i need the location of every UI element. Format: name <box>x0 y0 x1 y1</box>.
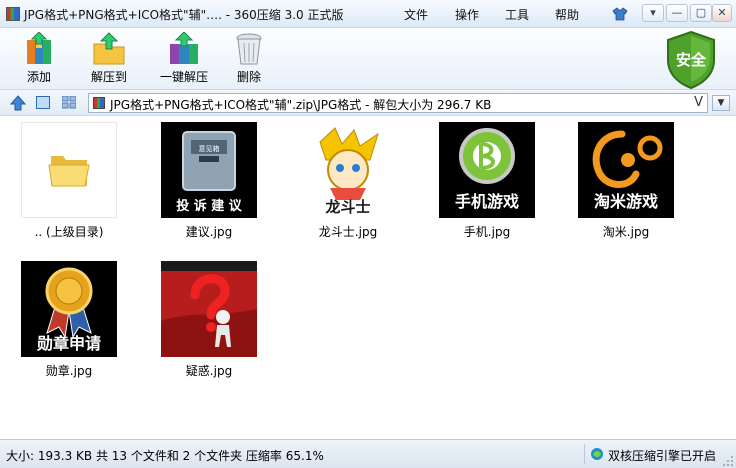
extract-to-button[interactable]: 解压到 <box>76 30 142 88</box>
mobile-games-image: 手机游戏 <box>439 122 535 218</box>
suggestion-box-image: 意见箱 投 诉 建 议 <box>161 122 257 218</box>
archive-icon <box>93 97 105 109</box>
dragon-warrior-image: 龙斗士 <box>300 122 396 218</box>
close-button[interactable]: ✕ <box>712 4 732 22</box>
trash-can-icon <box>236 33 262 65</box>
skin-shirt-icon[interactable] <box>612 6 628 22</box>
taomi-games-image: 淘米游戏 <box>578 122 674 218</box>
restore-button[interactable]: ▢ <box>690 4 712 22</box>
folder-icon <box>21 122 117 218</box>
delete-label: 删除 <box>236 70 261 84</box>
grid-view-icon[interactable] <box>62 96 76 109</box>
menu-file[interactable]: 文件 <box>404 6 428 23</box>
question-figure-image <box>161 261 257 357</box>
extract-folder-icon <box>93 32 125 65</box>
thumb-text: 淘米游戏 <box>594 192 658 211</box>
file-name: 勋章.jpg <box>45 364 93 378</box>
thumb-text: 勋章申请 <box>36 334 101 353</box>
thumb-text: 投 诉 建 议 <box>176 198 243 214</box>
thumb-text: 龙斗士 <box>324 198 370 216</box>
security-label: 安全 <box>675 51 706 69</box>
chevron-down-icon[interactable]: ▼ <box>712 95 730 111</box>
address-path: JPG格式+PNG格式+ICO格式"辅".zip\JPG格式 - 解包大小为 2… <box>110 98 492 112</box>
file-name: 淘米.jpg <box>602 225 650 239</box>
file-list: .. (上级目录) 意见箱 投 诉 建 议 建议.jpg 龙斗士 龙斗士.jpg <box>0 116 736 439</box>
dual-core-engine-icon <box>591 448 603 460</box>
extract-to-label: 解压到 <box>90 70 127 84</box>
app-icon <box>6 7 20 21</box>
file-name: .. (上级目录) <box>34 225 104 239</box>
file-item-xunzhang[interactable]: 勋章申请 勋章.jpg <box>9 261 129 379</box>
one-click-extract-button[interactable]: 一键解压 <box>146 30 222 88</box>
address-dropdown[interactable]: V <box>694 95 703 110</box>
resize-grip-icon[interactable] <box>722 455 734 467</box>
address-row: JPG格式+PNG格式+ICO格式"辅".zip\JPG格式 - 解包大小为 2… <box>0 90 736 116</box>
file-name: 疑惑.jpg <box>185 364 233 378</box>
engine-status: 双核压缩引擎已开启 <box>608 449 717 463</box>
add-button[interactable]: 添加 <box>6 30 72 88</box>
toolbar: 添加 解压到 一键解压 删除 <box>0 28 736 90</box>
status-bar: 大小: 193.3 KB 共 13 个文件和 2 个文件夹 压缩率 65.1% … <box>0 439 736 468</box>
file-item-yihuo[interactable]: 疑惑.jpg <box>149 261 269 379</box>
thumbnail-view-icon[interactable] <box>36 96 50 109</box>
thumb-subtext: 意见箱 <box>199 144 220 153</box>
file-item-longdoushi[interactable]: 龙斗士 龙斗士.jpg <box>288 122 408 240</box>
file-name: 手机.jpg <box>463 225 511 239</box>
one-click-extract-icon <box>170 32 198 64</box>
address-bar[interactable]: JPG格式+PNG格式+ICO格式"辅".zip\JPG格式 - 解包大小为 2… <box>88 93 708 113</box>
menu-tools[interactable]: 工具 <box>505 6 529 23</box>
file-item-jianyi[interactable]: 意见箱 投 诉 建 议 建议.jpg <box>149 122 269 240</box>
one-click-extract-label: 一键解压 <box>159 70 208 84</box>
minimize-button[interactable]: — <box>666 4 688 22</box>
file-item-parent[interactable]: .. (上级目录) <box>9 122 129 240</box>
file-name: 建议.jpg <box>185 225 233 239</box>
menu-arrow-button[interactable]: ▾ <box>642 4 664 22</box>
status-summary: 大小: 193.3 KB 共 13 个文件和 2 个文件夹 压缩率 65.1% <box>6 449 324 463</box>
up-arrow-icon[interactable] <box>10 95 26 111</box>
delete-button[interactable]: 删除 <box>216 30 282 88</box>
file-item-shouji[interactable]: 手机游戏 手机.jpg <box>427 122 547 240</box>
medal-image: 勋章申请 <box>21 261 117 357</box>
menu-help[interactable]: 帮助 <box>555 6 579 23</box>
add-label: 添加 <box>26 70 51 84</box>
file-name: 龙斗士.jpg <box>318 225 378 239</box>
status-divider <box>584 444 585 464</box>
window-title: JPG格式+PNG格式+ICO格式"辅"…. - 360压缩 3.0 正式版 <box>24 8 344 22</box>
add-archive-icon <box>27 32 51 64</box>
menu-operation[interactable]: 操作 <box>455 6 479 23</box>
title-bar: JPG格式+PNG格式+ICO格式"辅"…. - 360压缩 3.0 正式版 文… <box>0 0 736 28</box>
file-item-taomi[interactable]: 淘米游戏 淘米.jpg <box>566 122 686 240</box>
thumb-text: 手机游戏 <box>455 192 519 211</box>
